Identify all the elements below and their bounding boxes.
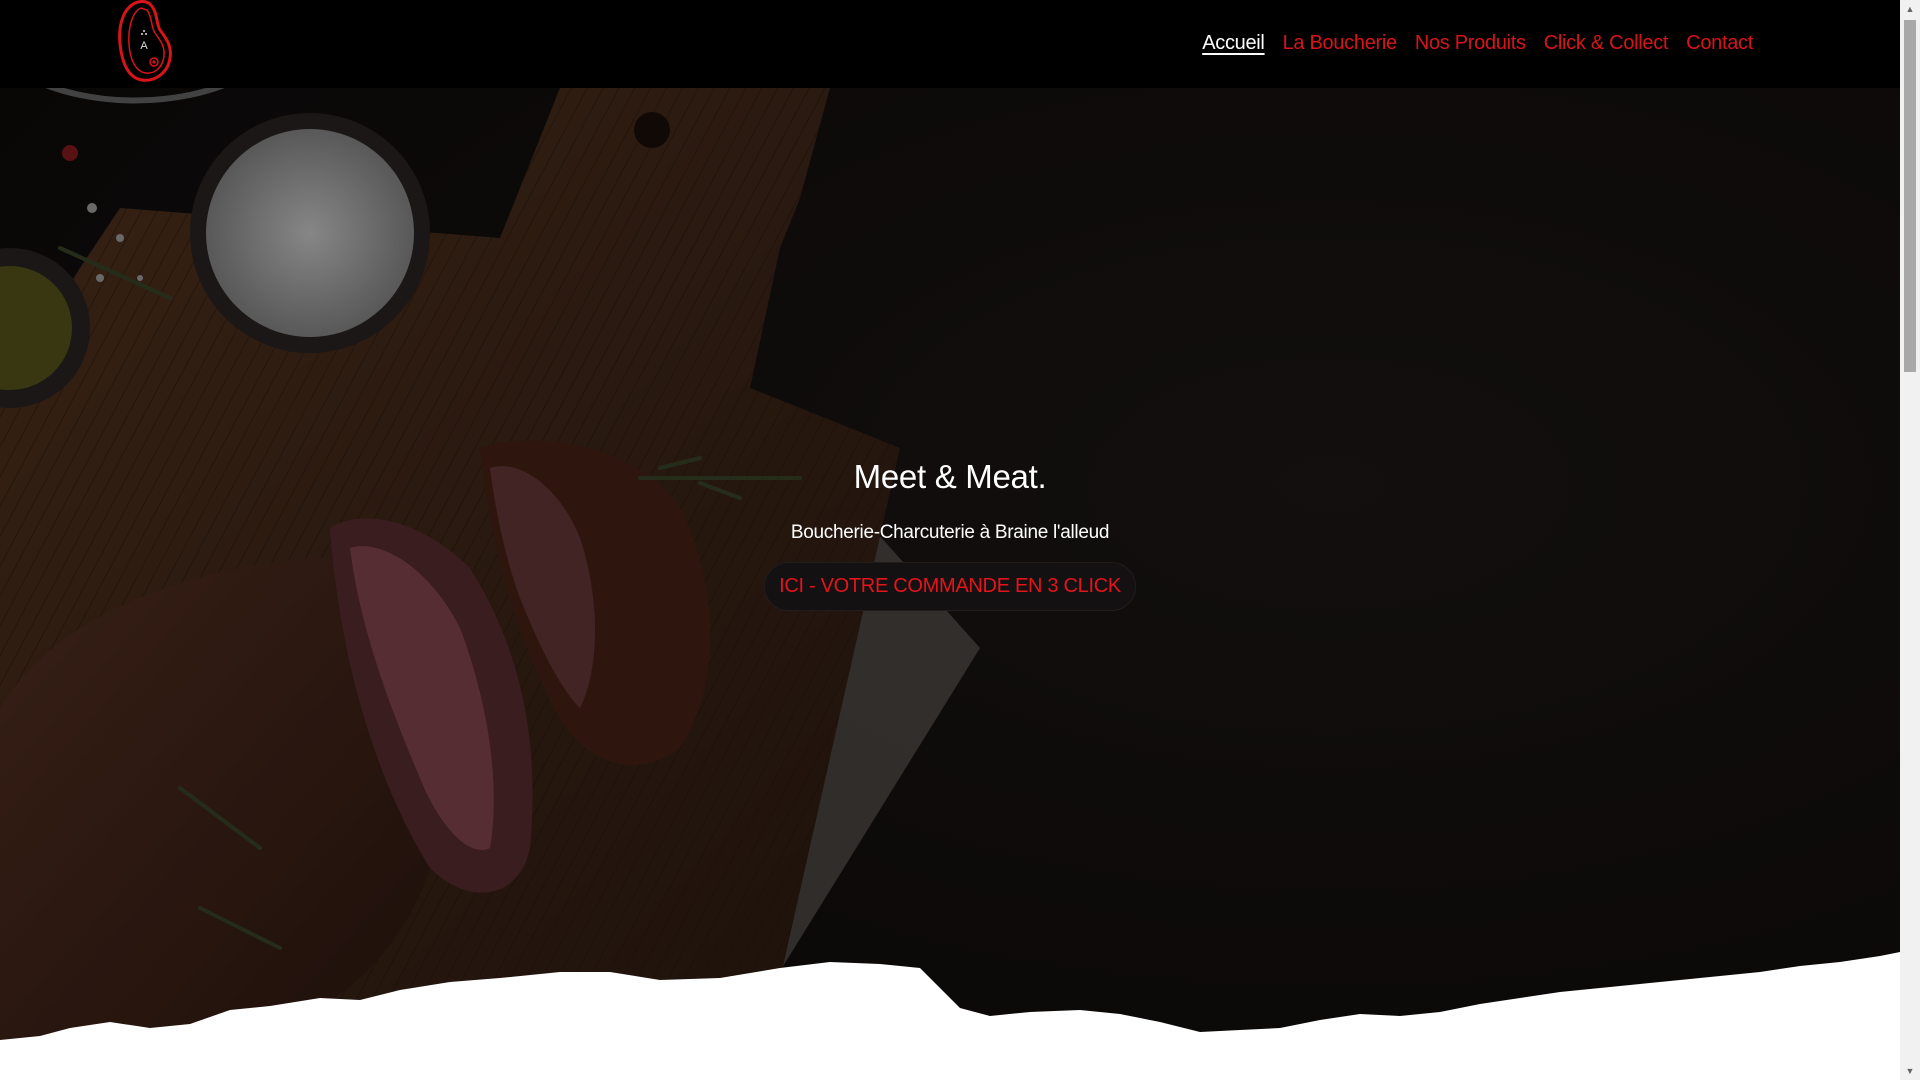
hero-title: Meet & Meat. — [853, 458, 1047, 495]
logo-icon[interactable]: A — [116, 0, 174, 82]
scroll-down-arrow-icon[interactable]: ▼ — [1900, 1062, 1920, 1080]
hero-content: Meet & Meat. Boucherie-Charcuterie à Bra… — [0, 458, 1900, 611]
page-scrollbar[interactable]: ▲ ▼ — [1900, 0, 1920, 1080]
nav-item-contact[interactable]: Contact — [1686, 28, 1753, 58]
nav-item-nos-produits[interactable]: Nos Produits — [1415, 28, 1526, 58]
hero-subtitle: Boucherie-Charcuterie à Braine l'alleud — [790, 522, 1110, 543]
main-nav: Accueil La Boucherie Nos Produits Click … — [1202, 28, 1753, 58]
nav-item-click-collect[interactable]: Click & Collect — [1544, 28, 1669, 58]
order-cta-button[interactable]: ICI - VOTRE COMMANDE EN 3 CLICK — [764, 562, 1136, 611]
site-header: A Accueil La Boucherie Nos Produits Clic… — [0, 0, 1900, 88]
scroll-thumb[interactable] — [1904, 20, 1916, 372]
hero-section: Meet & Meat. Boucherie-Charcuterie à Bra… — [0, 88, 1900, 1080]
nav-item-la-boucherie[interactable]: La Boucherie — [1283, 28, 1398, 58]
svg-text:A: A — [140, 40, 148, 52]
scroll-up-arrow-icon[interactable]: ▲ — [1900, 0, 1920, 18]
nav-item-accueil[interactable]: Accueil — [1202, 28, 1265, 58]
